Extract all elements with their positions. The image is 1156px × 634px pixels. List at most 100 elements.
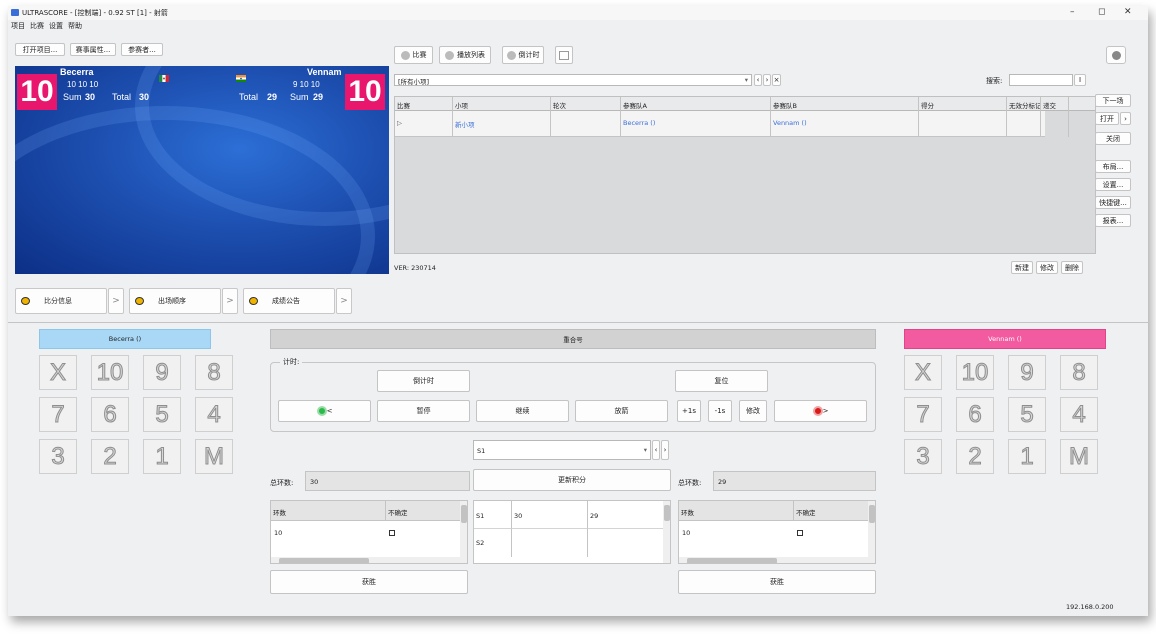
filter-next-button[interactable]: › <box>763 74 771 86</box>
scrollbar-thumb[interactable] <box>687 558 777 563</box>
key-9[interactable]: 9 <box>143 355 181 390</box>
key-x[interactable]: X <box>39 355 77 390</box>
reports-button[interactable]: 报表... <box>1095 214 1131 227</box>
reset-match-bar[interactable]: 重合号 <box>270 329 876 349</box>
table-row[interactable]: ▷ 新小项 Becerra () Vennam () <box>395 111 1069 137</box>
order-button[interactable]: 出场顺序 <box>129 288 221 314</box>
window-toggle-button[interactable] <box>555 46 573 64</box>
key-2[interactable]: 2 <box>956 439 994 474</box>
key-10[interactable]: 10 <box>91 355 129 390</box>
key-5[interactable]: 5 <box>1008 397 1046 432</box>
results-button[interactable]: 成绩公告 <box>243 288 335 314</box>
minus-one-second-button[interactable]: -1s <box>708 400 732 422</box>
scrollbar-thumb[interactable] <box>664 505 670 521</box>
col-match[interactable]: 比赛 <box>395 97 453 111</box>
participants-button[interactable]: 参赛者... <box>121 43 163 56</box>
col-invalid[interactable]: 无效分标记 <box>1007 97 1041 111</box>
menu-help[interactable]: 帮助 <box>68 21 82 31</box>
team-b-win-button[interactable]: 获胜 <box>678 570 876 594</box>
score-info-button[interactable]: 比分信息 <box>15 288 107 314</box>
col-team-b[interactable]: 参赛队B <box>771 97 919 111</box>
timer-next-button[interactable]: > <box>774 400 867 422</box>
minimize-icon[interactable]: – <box>1070 7 1075 17</box>
scrollbar-thumb[interactable] <box>279 558 369 563</box>
pause-button[interactable]: 暂停 <box>377 400 470 422</box>
key-3[interactable]: 3 <box>904 439 942 474</box>
col-score[interactable]: 得分 <box>919 97 1007 111</box>
search-input[interactable] <box>1009 74 1073 86</box>
key-3[interactable]: 3 <box>39 439 77 474</box>
right-table-hscroll[interactable] <box>679 557 875 563</box>
new-button[interactable]: 新建 <box>1011 261 1033 274</box>
order-arrow[interactable]: > <box>222 288 238 314</box>
next-match-button[interactable]: 下一场 <box>1095 94 1131 107</box>
set-table-scrollbar[interactable] <box>663 501 670 563</box>
team-a-bar[interactable]: Becerra () <box>39 329 211 349</box>
close-button[interactable]: 关闭 <box>1095 132 1131 145</box>
key-9[interactable]: 9 <box>1008 355 1046 390</box>
left-uncertain-checkbox[interactable] <box>389 530 395 536</box>
resume-button[interactable]: 继续 <box>476 400 569 422</box>
team-b-bar[interactable]: Vennam () <box>904 329 1106 349</box>
open-button[interactable]: 打开 <box>1095 112 1119 125</box>
shoot-button[interactable]: 放箭 <box>575 400 668 422</box>
right-uncertain-checkbox[interactable] <box>797 530 803 536</box>
key-7[interactable]: 7 <box>904 397 942 432</box>
right-table-scrollbar[interactable] <box>868 501 875 557</box>
menu-project[interactable]: 项目 <box>11 21 25 31</box>
countdown-button[interactable]: 倒计时 <box>377 370 470 392</box>
col-submit[interactable]: 递交 <box>1041 97 1069 111</box>
search-clear-button[interactable]: I <box>1074 74 1086 86</box>
key-6[interactable]: 6 <box>956 397 994 432</box>
score-info-arrow[interactable]: > <box>108 288 124 314</box>
menu-settings[interactable]: 设置 <box>49 21 63 31</box>
key-m[interactable]: M <box>1060 439 1098 474</box>
key-4[interactable]: 4 <box>1060 397 1098 432</box>
left-table-hscroll[interactable] <box>271 557 467 563</box>
open-arrow-button[interactable]: › <box>1120 112 1131 125</box>
menu-match[interactable]: 比赛 <box>30 21 44 31</box>
key-6[interactable]: 6 <box>91 397 129 432</box>
shortcuts-button[interactable]: 快捷键... <box>1095 196 1131 209</box>
key-1[interactable]: 1 <box>1008 439 1046 474</box>
match-tab[interactable]: 比赛 <box>394 46 433 64</box>
key-2[interactable]: 2 <box>91 439 129 474</box>
key-x[interactable]: X <box>904 355 942 390</box>
timer-prev-button[interactable]: < <box>278 400 371 422</box>
key-7[interactable]: 7 <box>39 397 77 432</box>
edit-button[interactable]: 修改 <box>1036 261 1058 274</box>
update-score-button[interactable]: 更新积分 <box>473 469 671 491</box>
playlist-tab[interactable]: 播放列表 <box>439 46 491 64</box>
user-button[interactable] <box>1106 46 1126 64</box>
timer-modify-button[interactable]: 修改 <box>739 400 767 422</box>
event-properties-button[interactable]: 赛事属性... <box>70 43 116 56</box>
delete-button[interactable]: 删除 <box>1061 261 1083 274</box>
event-filter-select[interactable]: [所有小项] ▾ <box>394 74 752 86</box>
key-1[interactable]: 1 <box>143 439 181 474</box>
key-8[interactable]: 8 <box>195 355 233 390</box>
timer-reset-button[interactable]: 复位 <box>675 370 768 392</box>
set-next-button[interactable]: › <box>661 440 669 460</box>
set-select[interactable]: S1 ▾ <box>473 440 651 460</box>
col-event[interactable]: 小项 <box>453 97 551 111</box>
filter-clear-button[interactable]: × <box>772 74 781 86</box>
left-table-scrollbar[interactable] <box>460 501 467 557</box>
scrollbar-thumb[interactable] <box>461 505 467 523</box>
filter-prev-button[interactable]: ‹ <box>754 74 762 86</box>
key-m[interactable]: M <box>195 439 233 474</box>
open-project-button[interactable]: 打开项目... <box>15 43 65 56</box>
plus-one-second-button[interactable]: +1s <box>677 400 701 422</box>
col-round[interactable]: 轮次 <box>551 97 621 111</box>
maximize-icon[interactable]: ◻ <box>1098 7 1105 17</box>
countdown-tab[interactable]: 倒计时 <box>502 46 544 64</box>
team-a-win-button[interactable]: 获胜 <box>270 570 468 594</box>
set-prev-button[interactable]: ‹ <box>652 440 660 460</box>
settings-button[interactable]: 设置... <box>1095 178 1131 191</box>
key-8[interactable]: 8 <box>1060 355 1098 390</box>
col-team-a[interactable]: 参赛队A <box>621 97 771 111</box>
key-4[interactable]: 4 <box>195 397 233 432</box>
layout-button[interactable]: 布局... <box>1095 160 1131 173</box>
close-icon[interactable]: ✕ <box>1124 7 1132 17</box>
results-arrow[interactable]: > <box>336 288 352 314</box>
key-5[interactable]: 5 <box>143 397 181 432</box>
